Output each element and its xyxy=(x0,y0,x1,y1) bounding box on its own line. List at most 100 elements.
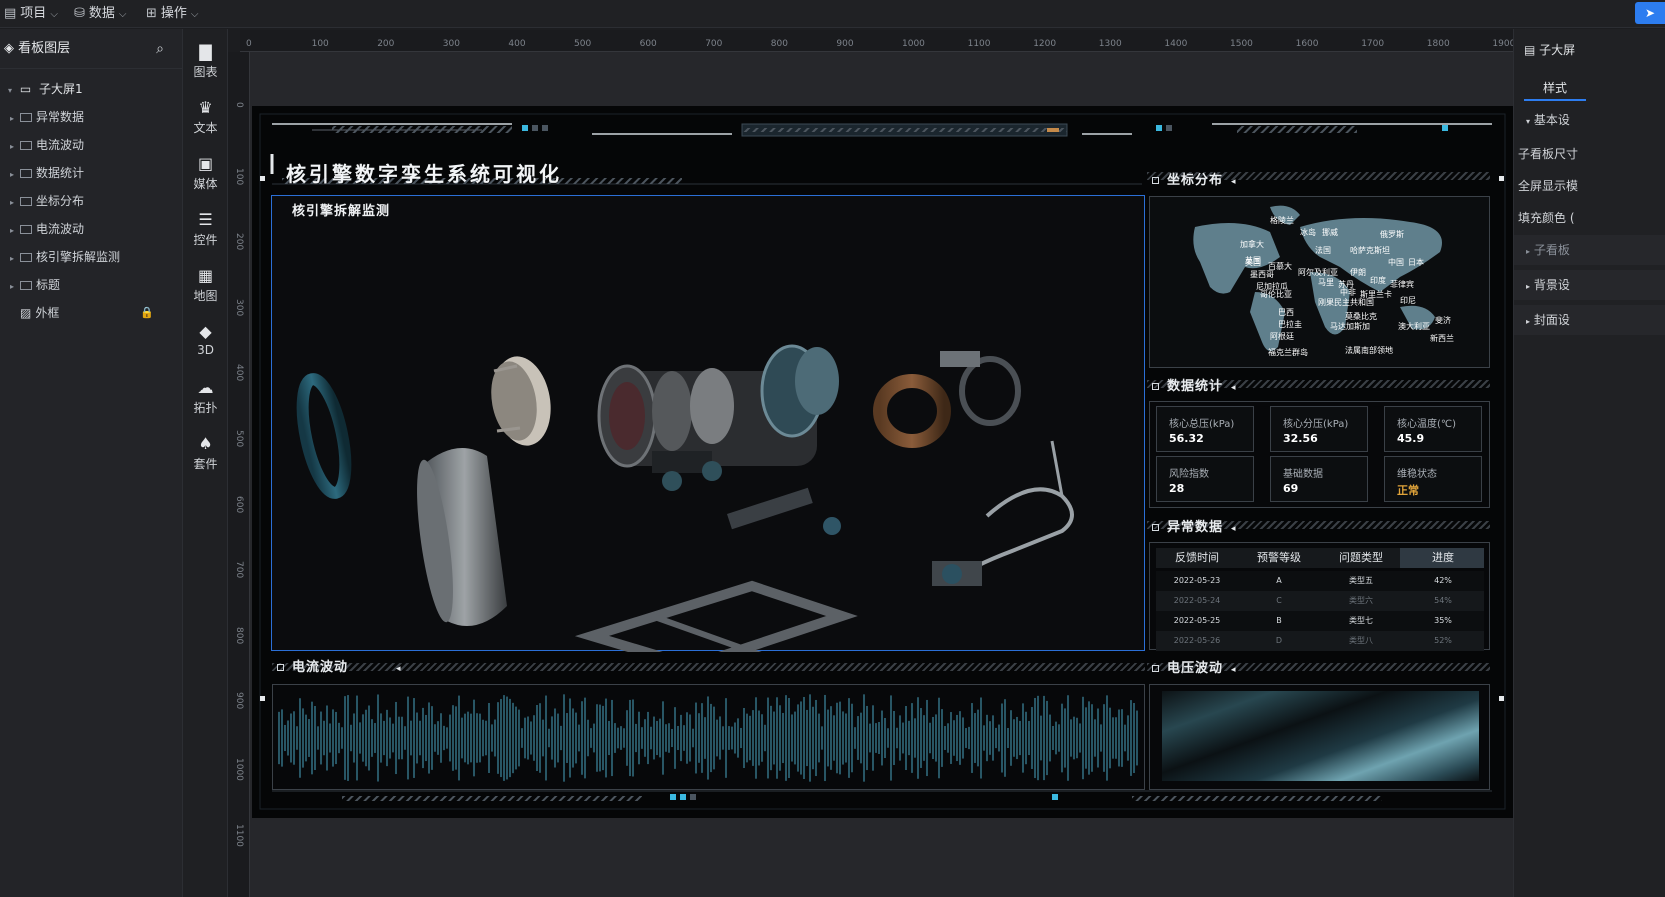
map-country-label: 阿根廷 xyxy=(1270,332,1294,341)
tool-3d[interactable]: ◆ 3D xyxy=(183,323,228,358)
layer-item[interactable]: ▸ 异常数据 xyxy=(0,103,182,131)
layer-item[interactable]: ▸ 核引擎拆解监测 xyxy=(0,243,182,271)
engine-monitor-panel[interactable]: 核引擎拆解监测 xyxy=(271,195,1146,652)
current-panel-title: 电流波动 ◂ xyxy=(272,657,402,679)
chevron-right-icon: ▸ xyxy=(10,170,15,179)
menu-operate[interactable]: ⊞ 操作 ⌵ xyxy=(146,0,199,28)
stats-panel-title: 数据统计 ◂ xyxy=(1147,376,1237,398)
current-wave-panel xyxy=(272,684,1145,790)
section-sub-board[interactable]: ▸ 子看板 xyxy=(1514,235,1665,265)
layer-item[interactable]: ▸ 标题 xyxy=(0,271,182,299)
table-cell: C xyxy=(1276,596,1282,605)
table-cell: A xyxy=(1276,576,1282,585)
section-basic[interactable]: ▾ 基本设 xyxy=(1514,105,1665,135)
stat-card: 风险指数 28 xyxy=(1156,456,1254,502)
table-cell: 42% xyxy=(1434,576,1452,585)
ruler-tick: 1000 xyxy=(902,39,925,49)
ruler-tick: 800 xyxy=(234,626,244,644)
layers-icon: ◈ xyxy=(4,41,14,56)
caret-left-icon: ◂ xyxy=(396,664,402,674)
folder-icon xyxy=(20,197,32,206)
table-cell: 类型七 xyxy=(1349,616,1373,625)
map-country-label: 马达加斯加 xyxy=(1330,322,1370,331)
square-icon xyxy=(1152,524,1159,531)
map-country-label: 刚果民主共和国 xyxy=(1318,298,1374,307)
ruler-tick: 1800 xyxy=(1426,39,1450,49)
tool-control[interactable]: ☰ 控件 xyxy=(183,211,228,248)
chevron-right-icon: ▸ xyxy=(1526,282,1531,291)
table-cell: 2022-05-26 xyxy=(1173,636,1221,645)
publish-button[interactable]: ➤ xyxy=(1635,2,1665,24)
monitor-icon: ▭ xyxy=(19,82,32,96)
table-cell: 52% xyxy=(1434,636,1452,645)
map-country-label: 法国 xyxy=(1315,246,1331,255)
ruler-tick: 400 xyxy=(508,39,526,49)
folder-icon xyxy=(20,141,32,150)
bar-chart-icon: ▇ xyxy=(199,42,212,61)
map-country-label: 法属南部领地 xyxy=(1345,346,1393,355)
table-cell: 类型六 xyxy=(1349,596,1373,605)
map-country-label: 澳大利亚 xyxy=(1398,322,1430,331)
tool-kit[interactable]: ♠ 套件 xyxy=(183,435,228,472)
ruler-tick: 800 xyxy=(770,39,788,49)
ruler-tick: 600 xyxy=(234,495,244,513)
ruler-tick: 0 xyxy=(234,102,244,108)
map-country-label: 挪威 xyxy=(1322,228,1338,237)
ruler-tick: 600 xyxy=(639,39,657,49)
table-cell: 2022-05-25 xyxy=(1173,616,1221,625)
layer-item[interactable]: ▨ 外框 🔒 xyxy=(0,299,182,327)
ruler-tick: 1600 xyxy=(1295,39,1319,49)
lock-icon[interactable]: 🔒 xyxy=(140,299,154,327)
tool-text[interactable]: ♛ 文本 xyxy=(183,99,228,136)
menu-data[interactable]: ⛁ 数据 ⌵ xyxy=(74,0,127,28)
section-cover[interactable]: ▸ 封面设 xyxy=(1514,305,1665,335)
map-country-label: 马里 xyxy=(1318,278,1334,287)
menu-project[interactable]: ▤ 项目 ⌵ xyxy=(4,0,58,28)
ruler-tick: 300 xyxy=(442,39,460,49)
tool-chart[interactable]: ▇ 图表 xyxy=(183,43,228,80)
database-icon: ⛁ xyxy=(74,6,85,21)
world-map[interactable]: 格陵兰 冰岛 挪威 俄罗斯 加拿大 英国 法国 哈萨克斯坦 美国 百慕大 中国 日本 墨西哥 阿尔及利亚伊… xyxy=(1149,196,1490,368)
ruler-tick: 400 xyxy=(234,364,244,382)
tool-map[interactable]: ▦ 地图 xyxy=(183,267,228,304)
property-panel: ▤ 子大屏 样式 ▾ 基本设 子看板尺寸 全屏显示模 填充颜色 ( ▸ 子看板 … xyxy=(1513,29,1665,897)
layer-item[interactable]: ▸ 电流波动 xyxy=(0,215,182,243)
map-country-label: 加拿大 xyxy=(1240,240,1264,249)
dashboard-screen[interactable]: 核引擎数字孪生系统可视化 核引擎拆解监测 坐标分布 ◂ 格陵兰 冰岛 挪威 俄罗… xyxy=(252,106,1513,818)
cloud-icon: ☁ xyxy=(197,378,214,397)
stat-card: 核心分压(kPa) 32.56 xyxy=(1270,406,1368,452)
engine-exploded-3d-model[interactable] xyxy=(272,196,1146,652)
ruler-tick: 700 xyxy=(705,39,723,49)
square-icon xyxy=(1152,383,1159,390)
doc-icon: ▤ xyxy=(1524,43,1536,57)
stat-card: 核心总压(kPa) 56.32 xyxy=(1156,406,1254,452)
ruler-top: 0 100 200 300 400 500 600 700 800 900 1000 1100 1200… xyxy=(240,30,1515,52)
table-cell: B xyxy=(1276,616,1282,625)
ruler-tick: 1400 xyxy=(1164,39,1188,49)
property-panel-title: ▤ 子大屏 xyxy=(1524,43,1576,57)
square-icon xyxy=(1152,665,1159,672)
layer-item[interactable]: ▸ 数据统计 xyxy=(0,159,182,187)
tab-style[interactable]: 样式 xyxy=(1524,75,1586,101)
layer-item[interactable]: ▸ 电流波动 xyxy=(0,131,182,159)
caret-left-icon: ◂ xyxy=(1231,383,1237,393)
top-menu-bar: ▤ 项目 ⌵ ⛁ 数据 ⌵ ⊞ 操作 ⌵ ➤ xyxy=(0,0,1665,28)
chevron-right-icon: ▸ xyxy=(10,114,15,123)
ruler-tick: 900 xyxy=(836,39,854,49)
tool-media[interactable]: ▣ 媒体 xyxy=(183,155,228,192)
search-icon[interactable]: ⌕ xyxy=(156,29,164,69)
folder-icon xyxy=(20,225,32,234)
chevron-right-icon: ▸ xyxy=(10,226,15,235)
layer-root[interactable]: ▾ ▭ 子大屏1 xyxy=(0,75,182,103)
section-background[interactable]: ▸ 背景设 xyxy=(1514,270,1665,300)
table-cell: 类型五 xyxy=(1349,576,1373,585)
layer-item[interactable]: ▸ 坐标分布 xyxy=(0,187,182,215)
table-cell: 35% xyxy=(1434,616,1452,625)
component-toolbox: ▇ 图表 ♛ 文本 ▣ 媒体 ☰ 控件 ▦ 地图 ◆ 3D ☁ 拓扑 ♠ 套件 xyxy=(183,29,228,897)
map-panel-title: 坐标分布 ◂ xyxy=(1147,170,1237,192)
crown-icon: ♛ xyxy=(198,98,213,117)
tool-topology[interactable]: ☁ 拓扑 xyxy=(183,379,228,416)
table-cell: 54% xyxy=(1434,596,1452,605)
row-fullscreen-mode: 全屏显示模 xyxy=(1518,179,1579,193)
layer-panel: ◈ 看板图层 ⌕ ▾ ▭ 子大屏1 ▸ 异常数据 ▸ 电流波动 ▸ 数据统计 ▸ 坐标分… xyxy=(0,29,183,897)
